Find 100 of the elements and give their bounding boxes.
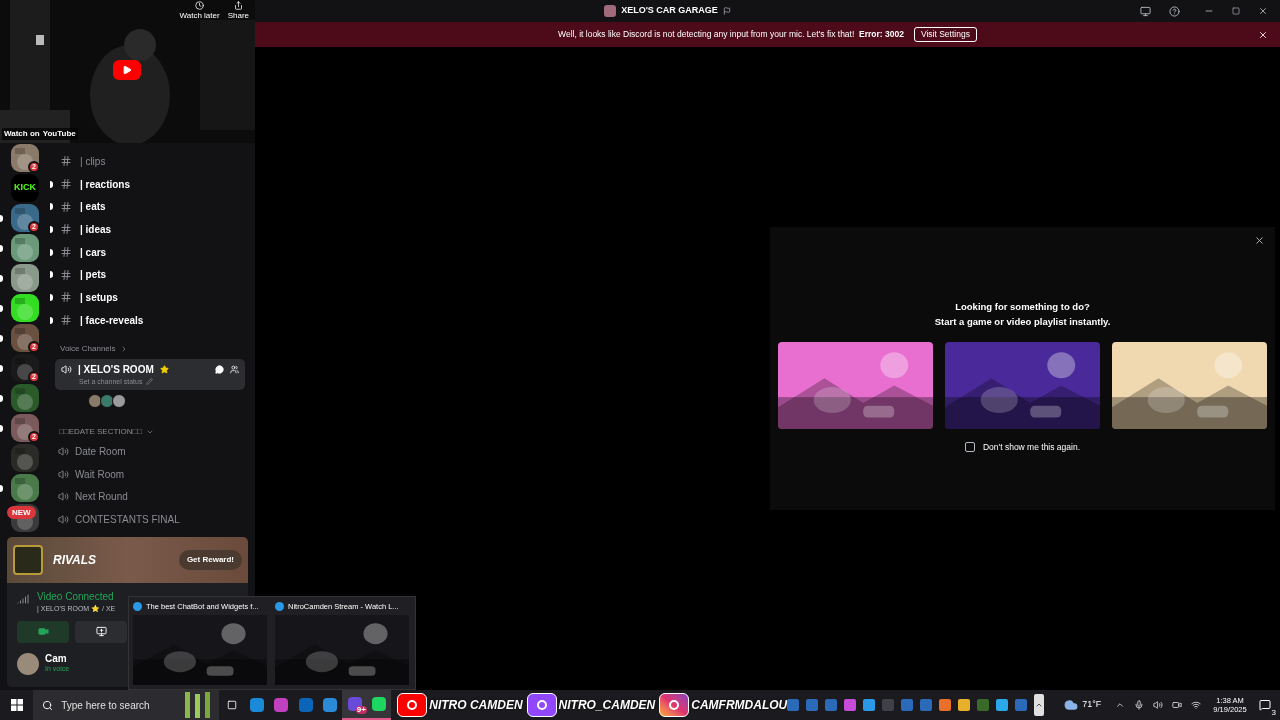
hash-icon bbox=[60, 223, 72, 236]
mic-icon bbox=[1134, 700, 1145, 710]
voice-channel-item[interactable]: Date Room bbox=[58, 442, 245, 461]
notification-count: 3 bbox=[1270, 709, 1278, 717]
play-button[interactable] bbox=[113, 60, 141, 80]
server-icon[interactable] bbox=[11, 294, 39, 322]
maximize-icon bbox=[1232, 7, 1240, 15]
tray-app-icon[interactable] bbox=[863, 699, 876, 711]
hash-icon bbox=[60, 268, 72, 281]
platform-icon bbox=[659, 693, 690, 717]
users-icon bbox=[230, 364, 239, 374]
channel-name: | XELO'S ROOM bbox=[78, 362, 154, 377]
browser-icon bbox=[275, 602, 284, 612]
overflow-button[interactable] bbox=[1034, 694, 1045, 716]
game-icon bbox=[13, 545, 43, 575]
voice-channel-item[interactable]: Wait Room bbox=[58, 464, 245, 484]
channel-item[interactable]: | ideas bbox=[58, 219, 114, 240]
close-icon bbox=[1258, 6, 1268, 16]
unread-pip bbox=[0, 275, 3, 282]
screen-share-button[interactable] bbox=[75, 620, 127, 643]
server-icon[interactable] bbox=[11, 264, 39, 292]
category-label[interactable]: □□EDATE SECTION□□ bbox=[59, 426, 143, 438]
unread-pip bbox=[0, 365, 3, 372]
overlay-handle: NITRO CAMDEN bbox=[429, 697, 523, 714]
hash-icon bbox=[60, 314, 72, 327]
visit-settings-button[interactable]: Visit Settings bbox=[913, 27, 977, 42]
signal-icon bbox=[17, 593, 29, 605]
server-icon bbox=[604, 5, 617, 17]
youtube-link[interactable]: YouTube bbox=[42, 128, 76, 140]
channel-item[interactable]: | setups bbox=[58, 287, 120, 308]
game-logo: RIVALS bbox=[53, 552, 97, 569]
server-icon[interactable]: KICK bbox=[11, 174, 39, 202]
chevron-icon bbox=[146, 428, 155, 436]
platform-icon bbox=[397, 693, 428, 717]
speaker-icon bbox=[58, 468, 69, 480]
channel-item[interactable]: | face-reveals bbox=[58, 310, 146, 331]
category-label[interactable]: Voice Channels bbox=[60, 342, 116, 355]
chat-icon bbox=[215, 364, 224, 374]
unread-pip bbox=[0, 335, 3, 342]
server-icon[interactable] bbox=[11, 144, 39, 172]
close-icon bbox=[1254, 235, 1265, 246]
clock-icon bbox=[195, 1, 205, 10]
speaker-icon bbox=[58, 491, 69, 503]
voice-channel-item[interactable]: CONTESTANTS FINAL bbox=[58, 510, 245, 529]
tray-app-icon[interactable] bbox=[939, 699, 952, 711]
channel-item[interactable]: | reactions bbox=[58, 174, 133, 195]
hash-icon bbox=[60, 155, 72, 168]
chevron-icon bbox=[1115, 700, 1126, 710]
channel-item[interactable]: | pets bbox=[58, 264, 109, 285]
flag-icon bbox=[722, 7, 731, 15]
notifications-icon bbox=[1259, 699, 1272, 711]
camera-button[interactable] bbox=[17, 620, 69, 643]
screen-share-icon bbox=[95, 626, 107, 637]
unread-pip bbox=[0, 215, 3, 222]
avatar[interactable] bbox=[88, 394, 102, 408]
taskbar-app[interactable] bbox=[366, 690, 392, 720]
chevron-icon bbox=[1035, 701, 1044, 709]
network-icon bbox=[1191, 700, 1202, 710]
channel-item[interactable]: | clips bbox=[58, 151, 108, 172]
window-title: XELO'S CAR GARAGE bbox=[621, 4, 718, 18]
pencil-icon bbox=[146, 378, 154, 386]
temperature[interactable]: 71°F bbox=[1082, 698, 1102, 712]
search-icon bbox=[42, 700, 54, 711]
hash-icon bbox=[60, 246, 72, 259]
user-avatar[interactable] bbox=[17, 652, 39, 675]
channel-item[interactable]: | cars bbox=[58, 242, 109, 263]
tray-app-icon[interactable] bbox=[958, 699, 971, 711]
avatar[interactable] bbox=[100, 394, 114, 408]
search-field[interactable]: Type here to search bbox=[33, 690, 220, 720]
platform-icon bbox=[526, 693, 557, 717]
channel-item[interactable]: | eats bbox=[58, 196, 108, 217]
weather-icon bbox=[1064, 698, 1079, 712]
help-icon bbox=[1169, 5, 1180, 17]
speaker-icon bbox=[61, 363, 72, 375]
checkbox-label: Don't show me this again. bbox=[982, 440, 1081, 454]
watch-on-label: Watch on bbox=[4, 128, 40, 140]
get-reward-button[interactable]: Get Reward! bbox=[178, 550, 242, 570]
promo-banner[interactable]: RIVALS Get Reward! bbox=[7, 537, 248, 583]
unread-pip bbox=[0, 245, 3, 252]
checkbox[interactable] bbox=[964, 441, 975, 452]
tray-app-icon[interactable] bbox=[996, 699, 1009, 711]
windows-icon bbox=[10, 699, 23, 711]
username: Cam bbox=[45, 652, 68, 666]
tray-app-icon[interactable] bbox=[844, 699, 857, 711]
camera-icon bbox=[37, 626, 49, 637]
connection-status: Video Connected bbox=[37, 590, 115, 604]
browser-icon bbox=[133, 602, 142, 612]
unread-pip bbox=[0, 425, 3, 432]
overlay-handle: NITRO_CAMDEN bbox=[558, 697, 656, 714]
server-icon[interactable] bbox=[11, 234, 39, 262]
notice-text: Well, it looks like Discord is not detecting any input from your mic. Let's fix that! Error: 3002 bbox=[558, 28, 904, 41]
share-icon bbox=[233, 1, 243, 10]
taskbar-app[interactable]: 9+ bbox=[342, 690, 367, 720]
share-button[interactable]: Share bbox=[227, 1, 249, 22]
voice-channel-item[interactable]: Next Round bbox=[58, 487, 245, 507]
avatar[interactable] bbox=[112, 394, 126, 408]
camera-icon bbox=[1172, 700, 1183, 710]
new-badge: NEW bbox=[7, 506, 36, 519]
star-icon bbox=[159, 364, 169, 374]
watch-later-button[interactable]: Watch later bbox=[179, 1, 220, 22]
